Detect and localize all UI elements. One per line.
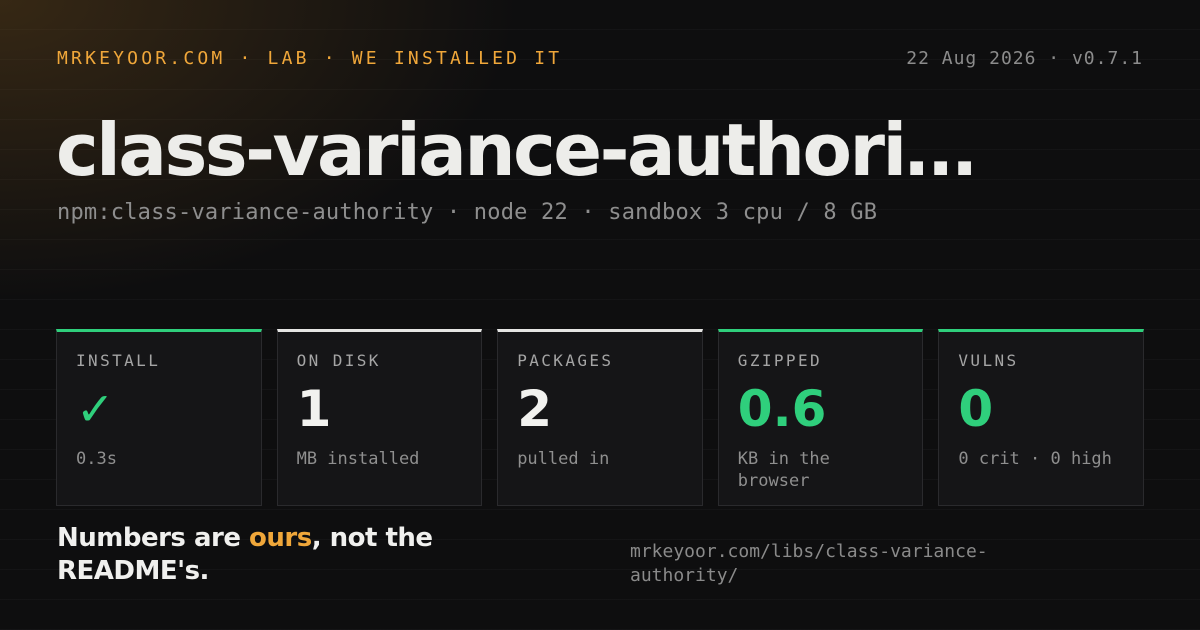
- tagline-highlight: ours: [249, 523, 312, 553]
- disk-value: 1: [296, 380, 332, 438]
- packages-card: PACKAGES 2 pulled in: [497, 329, 703, 506]
- checkmark-icon: ✓: [76, 382, 115, 436]
- gzipped-caption: KB in the browser: [737, 449, 830, 491]
- packages-value: 2: [517, 380, 552, 438]
- gzipped-card: GZIPPED 0.6 KB in the browser: [717, 329, 924, 506]
- stats-cards: INSTALL ✓ 0.3s ON DISK 1 MB installed PA…: [56, 329, 1144, 506]
- install-time: 0.3s: [76, 449, 117, 469]
- vulns-value: 0: [958, 380, 994, 438]
- date-version: 22 Aug 2026 · v0.7.1: [906, 48, 1143, 69]
- package-title: class-variance-authori…: [56, 108, 977, 192]
- disk-unit: MB installed: [296, 449, 420, 469]
- page-url: mrkeyoor.com/libs/class-variance-authori…: [630, 541, 988, 586]
- packages-label: PACKAGES: [517, 351, 614, 370]
- gzipped-label: GZIPPED: [737, 351, 823, 370]
- vulns-label: VULNS: [958, 351, 1019, 370]
- header-bar: MRKEYOOR.COM · LAB · WE INSTALLED IT 22 …: [57, 48, 1143, 69]
- install-card: INSTALL ✓ 0.3s: [56, 329, 262, 506]
- tagline-before: Numbers are: [57, 523, 250, 553]
- environment-subtitle: npm:class-variance-authority · node 22 ·…: [57, 200, 878, 225]
- tagline: Numbers are ours, not the README's.: [57, 522, 497, 588]
- install-label: INSTALL: [76, 351, 161, 370]
- vulns-card: VULNS 0 0 crit · 0 high: [938, 329, 1144, 506]
- disk-label: ON DISK: [296, 351, 381, 370]
- packages-caption: pulled in: [517, 449, 610, 469]
- site-kicker: MRKEYOOR.COM · LAB · WE INSTALLED IT: [57, 48, 563, 69]
- gzipped-value: 0.6: [737, 380, 827, 438]
- disk-card: ON DISK 1 MB installed: [276, 329, 483, 506]
- vulns-caption: 0 crit · 0 high: [958, 449, 1112, 469]
